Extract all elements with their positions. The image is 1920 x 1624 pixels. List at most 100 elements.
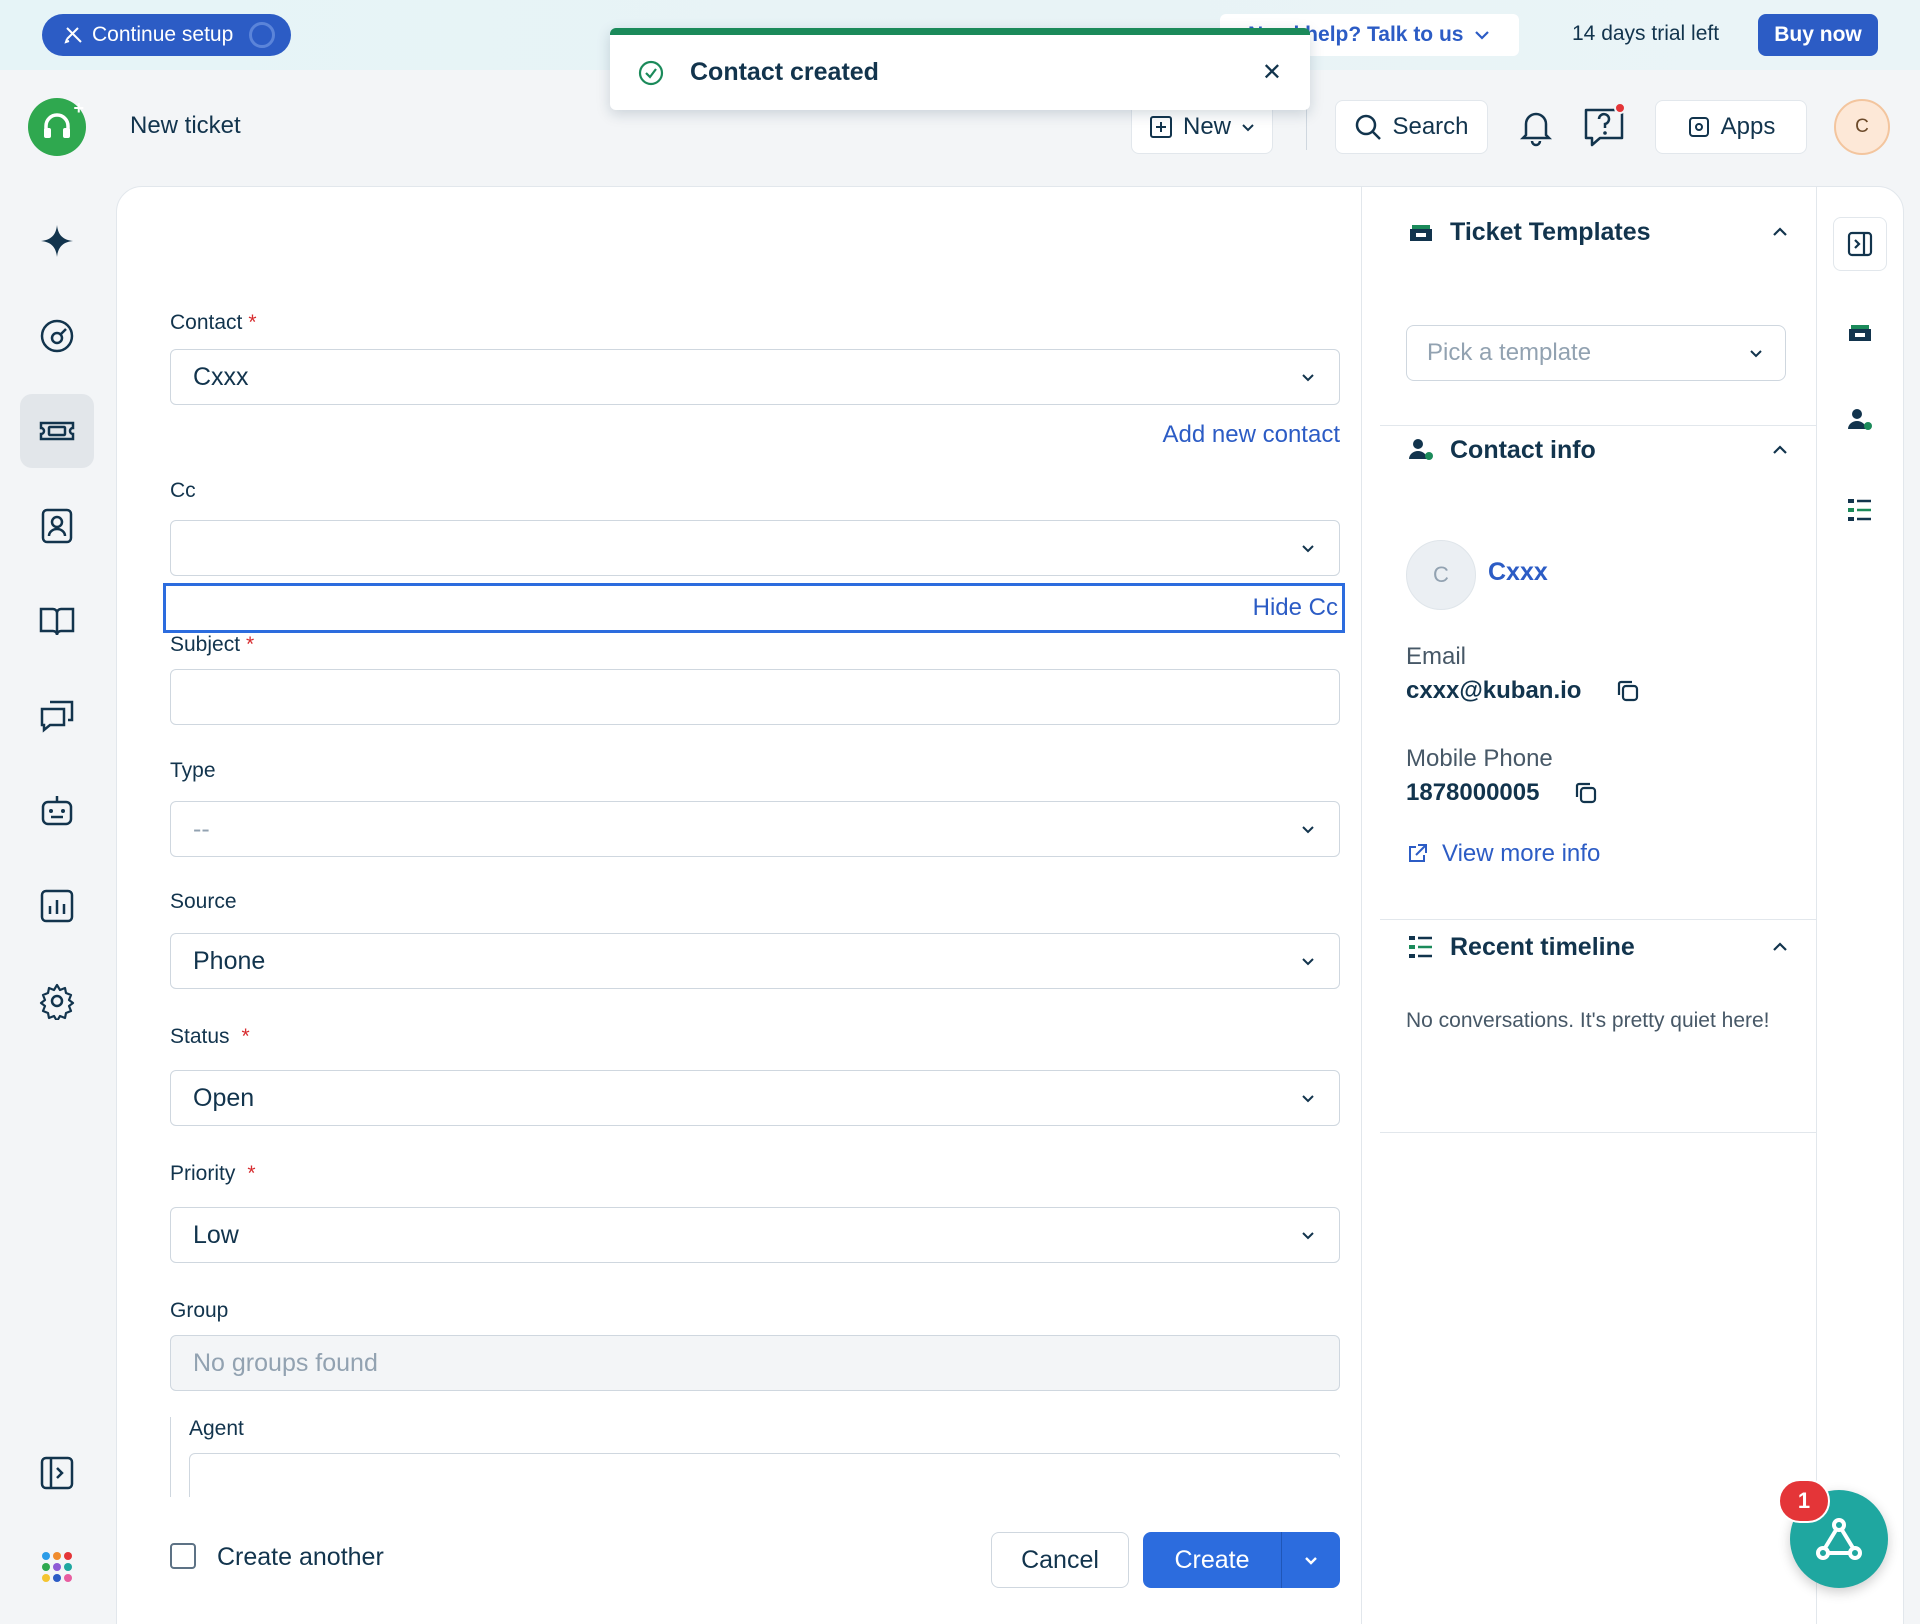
create-options-button[interactable] bbox=[1281, 1532, 1340, 1588]
user-avatar[interactable]: C bbox=[1834, 99, 1890, 155]
add-new-contact-link[interactable]: Add new contact bbox=[1163, 421, 1340, 449]
contact-value: Cxxx bbox=[193, 362, 249, 391]
chevron-down-icon bbox=[1475, 31, 1490, 40]
ticket-stack-icon bbox=[1849, 325, 1871, 341]
ticket-templates-header[interactable]: Ticket Templates bbox=[1406, 212, 1651, 252]
conversations-nav[interactable] bbox=[20, 679, 94, 753]
headset-icon bbox=[44, 113, 70, 138]
close-icon[interactable]: ✕ bbox=[1262, 58, 1282, 87]
trial-days-text: 14 days trial left bbox=[1572, 22, 1720, 45]
priority-label: Priority * bbox=[170, 1162, 256, 1185]
cc-select[interactable] bbox=[170, 520, 1340, 576]
help-button[interactable] bbox=[1580, 102, 1628, 150]
sparkle-icon bbox=[41, 225, 73, 257]
bot-icon bbox=[41, 796, 73, 826]
chevron-down-icon bbox=[1242, 124, 1254, 132]
solutions-nav[interactable] bbox=[20, 584, 94, 658]
chevron-up-icon[interactable] bbox=[1770, 937, 1790, 957]
view-more-label: View more info bbox=[1442, 840, 1601, 867]
priority-select[interactable]: Low bbox=[170, 1207, 1340, 1263]
cancel-button[interactable]: Cancel bbox=[991, 1532, 1129, 1588]
side-rail-divider bbox=[1816, 187, 1817, 1624]
plus-icon: + bbox=[73, 98, 84, 118]
copy-icon[interactable] bbox=[1573, 780, 1599, 806]
phone-label: Mobile Phone bbox=[1406, 745, 1553, 772]
contact-info-section: Contact info C Cxxx Email cxxx@kuban.io … bbox=[1380, 430, 1816, 920]
hide-cc-link[interactable]: Hide Cc bbox=[163, 583, 1345, 633]
collapse-panel-button[interactable] bbox=[1833, 217, 1887, 271]
chevron-up-icon[interactable] bbox=[1770, 440, 1790, 460]
recent-timeline-section: Recent timeline No conversations. It's p… bbox=[1380, 927, 1816, 1133]
timeline-icon bbox=[1409, 936, 1432, 958]
continue-setup-button[interactable]: Continue setup bbox=[42, 14, 292, 56]
chevron-up-icon[interactable] bbox=[1770, 222, 1790, 242]
sidebar-expand-icon bbox=[40, 1456, 74, 1490]
source-select[interactable]: Phone bbox=[170, 933, 1340, 989]
apps-button[interactable]: Apps bbox=[1655, 100, 1807, 154]
bar-chart-icon bbox=[40, 889, 74, 923]
template-placeholder: Pick a template bbox=[1427, 339, 1592, 366]
header-divider bbox=[1306, 104, 1307, 150]
search-button[interactable]: Search bbox=[1335, 100, 1488, 154]
dashboard-nav[interactable] bbox=[20, 299, 94, 373]
contact-info-header[interactable]: Contact info bbox=[1406, 430, 1596, 470]
contact-rail-button[interactable] bbox=[1833, 393, 1887, 447]
create-button[interactable]: Create bbox=[1143, 1546, 1281, 1575]
expand-sidebar-button[interactable] bbox=[20, 1436, 94, 1510]
type-select[interactable]: -- bbox=[170, 801, 1340, 857]
freddy-ai-nav[interactable] bbox=[20, 204, 94, 278]
chevron-down-icon bbox=[1302, 826, 1314, 834]
source-value: Phone bbox=[193, 946, 266, 975]
ticket-form-card: Contact * Cxxx Add new contact Cc Hide Cc… bbox=[116, 186, 1904, 1624]
group-label: Group bbox=[170, 1299, 229, 1322]
panel-collapse-icon bbox=[1847, 231, 1873, 257]
copy-icon[interactable] bbox=[1615, 678, 1641, 704]
setup-progress-icon bbox=[249, 22, 276, 48]
chevron-down-icon bbox=[1302, 1095, 1314, 1103]
contact-name-link[interactable]: Cxxx bbox=[1488, 558, 1548, 587]
contact-person-icon bbox=[1848, 409, 1872, 430]
subject-input[interactable] bbox=[170, 669, 1340, 725]
view-more-info-link[interactable]: View more info bbox=[1406, 840, 1600, 868]
email-row: cxxx@kuban.io bbox=[1406, 677, 1641, 705]
phone-row: 1878000005 bbox=[1406, 779, 1599, 807]
bell-icon bbox=[1519, 112, 1553, 147]
chevron-down-icon bbox=[1302, 1232, 1314, 1240]
cc-label: Cc bbox=[170, 479, 196, 502]
ticket-templates-title: Ticket Templates bbox=[1450, 217, 1651, 246]
contacts-nav[interactable] bbox=[20, 489, 94, 563]
buy-now-button[interactable]: Buy now bbox=[1758, 14, 1878, 56]
status-label: Status * bbox=[170, 1025, 250, 1048]
recent-timeline-header[interactable]: Recent timeline bbox=[1406, 927, 1635, 967]
chevron-down-icon bbox=[1302, 374, 1314, 382]
analytics-nav[interactable] bbox=[20, 869, 94, 943]
app-switcher-button[interactable] bbox=[20, 1530, 94, 1604]
templates-rail-button[interactable] bbox=[1833, 305, 1887, 359]
email-label: Email bbox=[1406, 643, 1467, 670]
book-icon bbox=[39, 607, 75, 636]
timeline-rail-button[interactable] bbox=[1833, 483, 1887, 537]
app-logo[interactable]: + bbox=[28, 98, 86, 156]
status-select[interactable]: Open bbox=[170, 1070, 1340, 1126]
recent-timeline-title: Recent timeline bbox=[1450, 932, 1635, 961]
agent-label: Agent bbox=[189, 1417, 244, 1440]
ticket-stack-icon bbox=[1410, 225, 1432, 241]
page-title: New ticket bbox=[130, 112, 241, 139]
notifications-button[interactable] bbox=[1516, 104, 1556, 150]
contact-avatar: C bbox=[1406, 540, 1476, 610]
contact-select[interactable]: Cxxx bbox=[170, 349, 1340, 405]
create-another-checkbox[interactable] bbox=[170, 1543, 196, 1569]
group-select: No groups found bbox=[170, 1335, 1340, 1391]
template-select[interactable]: Pick a template bbox=[1406, 325, 1786, 381]
email-value: cxxx@kuban.io bbox=[1406, 677, 1582, 704]
contact-card-icon bbox=[41, 508, 73, 544]
admin-settings-nav[interactable] bbox=[20, 964, 94, 1038]
new-ticket-form: Contact * Cxxx Add new contact Cc Hide Cc… bbox=[117, 187, 1361, 1497]
search-icon bbox=[1356, 114, 1382, 140]
agent-select[interactable] bbox=[189, 1453, 1340, 1497]
tickets-nav[interactable] bbox=[20, 394, 94, 468]
chevron-down-icon bbox=[1302, 545, 1314, 553]
ticket-templates-section: Ticket Templates Pick a template bbox=[1380, 212, 1816, 426]
agent-field-group: Agent bbox=[170, 1417, 1340, 1497]
bots-nav[interactable] bbox=[20, 774, 94, 848]
